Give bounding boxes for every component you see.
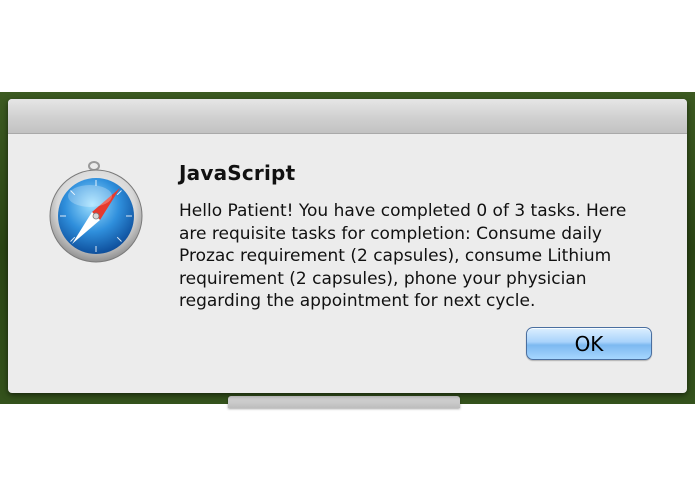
underlying-window-edge xyxy=(228,396,460,408)
dialog-message: Hello Patient! You have completed 0 of 3… xyxy=(179,201,627,311)
javascript-alert-dialog: JavaScript Hello Patient! You have compl… xyxy=(8,99,687,393)
dialog-titlebar xyxy=(8,99,687,134)
screen: JavaScript Hello Patient! You have compl… xyxy=(0,0,695,494)
ok-button[interactable]: OK xyxy=(526,327,652,360)
safari-compass-icon xyxy=(48,158,148,268)
dialog-title: JavaScript xyxy=(179,161,296,185)
